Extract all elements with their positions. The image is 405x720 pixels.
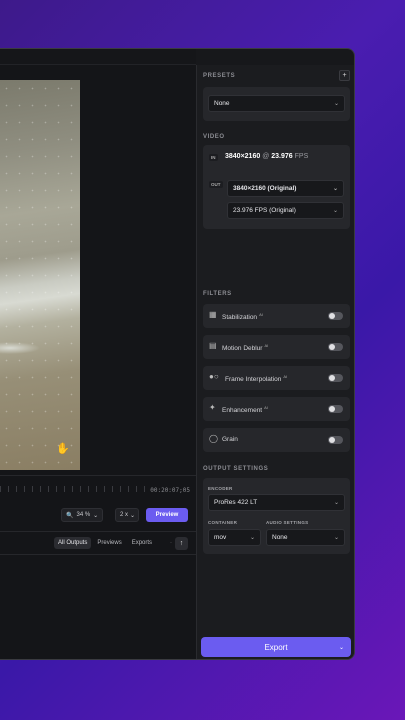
- filter-frame-interpolation[interactable]: ●○ Frame Interpolation AI: [203, 366, 350, 390]
- pin-icon[interactable]: ↑: [175, 537, 188, 550]
- output-resolution-select[interactable]: 3840×2160 (Original) ⌄: [227, 180, 344, 197]
- zoom-select[interactable]: 🔍 34 % ⌄: [61, 508, 103, 522]
- chevron-down-icon: ⌄: [249, 534, 255, 541]
- filter-label: Frame Interpolation AI: [225, 374, 287, 383]
- encoder-value: ProRes 422 LT: [214, 499, 258, 506]
- enhancement-toggle[interactable]: [328, 405, 343, 413]
- output-fps-select[interactable]: 23.976 FPS (Original) ⌄: [227, 202, 344, 219]
- in-tag: IN: [209, 154, 218, 161]
- tab-exports[interactable]: Exports: [128, 537, 156, 549]
- viewer-pane: ✋ 00:20:07;05 🔍 34 % ⌄ 2 x ⌄ Preview All…: [0, 65, 196, 659]
- video-preview-frame[interactable]: [0, 80, 80, 470]
- export-button[interactable]: Export ⌄: [201, 637, 351, 657]
- preset-value: None: [214, 100, 230, 107]
- plus-icon: +: [342, 72, 347, 79]
- input-resolution: 3840×2160 @ 23.976 FPS: [225, 153, 308, 160]
- filter-label: Motion Deblur AI: [222, 343, 268, 352]
- stabilization-icon: ▦: [209, 310, 217, 319]
- filter-label: Enhancement AI: [222, 405, 268, 414]
- ai-badge: AI: [264, 405, 268, 410]
- timecode: 00:20:07;05: [150, 487, 190, 494]
- add-preset-button[interactable]: +: [339, 70, 350, 81]
- motion-deblur-toggle[interactable]: [328, 343, 343, 351]
- chevron-down-icon: ⌄: [93, 512, 99, 519]
- frame-interpolation-toggle[interactable]: [328, 374, 343, 382]
- ai-badge: AI: [264, 343, 269, 348]
- chevron-down-icon: ⌄: [333, 499, 339, 506]
- input-resolution-value: 3840×2160: [225, 153, 261, 160]
- filter-label-text: Grain: [222, 436, 238, 443]
- settings-sidebar: PRESETS + None ⌄ VIDEO IN 3840×2160 @ 23…: [196, 65, 354, 659]
- chevron-down-icon: ⌄: [332, 185, 338, 192]
- filter-enhancement[interactable]: ✦ Enhancement AI: [203, 397, 350, 421]
- compare-mode-select[interactable]: 2 x ⌄: [115, 508, 139, 522]
- chevron-down-icon: ⌄: [333, 534, 339, 541]
- viewer-controls: 🔍 34 % ⌄ 2 x ⌄ Preview: [0, 508, 196, 526]
- filter-motion-deblur[interactable]: ▤ Motion Deblur AI: [203, 335, 350, 359]
- viewer-topbar: [0, 49, 196, 65]
- timeline[interactable]: 00:20:07;05: [0, 475, 196, 505]
- filter-stabilization[interactable]: ▦ Stabilization AI: [203, 304, 350, 328]
- output-resolution-value: 3840×2160 (Original): [233, 185, 297, 192]
- frame-interpolation-icon: ●○: [209, 372, 219, 381]
- presets-title: PRESETS: [203, 73, 236, 79]
- output-fps-value: 23.976 FPS (Original): [233, 207, 296, 214]
- preset-select[interactable]: None ⌄: [208, 95, 345, 112]
- filter-label: Grain: [222, 436, 238, 443]
- outputs-bar: All Outputs Previews Exports · ↑: [0, 531, 196, 555]
- container-label: CONTAINER: [208, 520, 238, 525]
- export-label: Export: [264, 642, 288, 652]
- container-select[interactable]: mov ⌄: [208, 529, 261, 546]
- filter-label-text: Motion Deblur: [222, 345, 263, 353]
- filters-title: FILTERS: [203, 291, 232, 297]
- chevron-down-icon: ⌄: [130, 512, 136, 519]
- output-settings-panel: ENCODER ProRes 422 LT ⌄ CONTAINER mov ⌄ …: [203, 478, 350, 554]
- magnifier-icon: 🔍: [66, 512, 74, 519]
- ai-badge: AI: [283, 374, 288, 379]
- audio-select[interactable]: None ⌄: [266, 529, 345, 546]
- chevron-down-icon[interactable]: ⌄: [339, 644, 344, 651]
- app-window: ✋ 00:20:07;05 🔍 34 % ⌄ 2 x ⌄ Preview All…: [0, 48, 355, 660]
- output-settings-title: OUTPUT SETTINGS: [203, 466, 269, 472]
- chevron-down-icon: ⌄: [333, 100, 339, 107]
- motion-deblur-icon: ▤: [209, 341, 217, 350]
- presets-panel: None ⌄: [203, 87, 350, 121]
- encoder-select[interactable]: ProRes 422 LT ⌄: [208, 494, 345, 511]
- input-fps-value: 23.976: [271, 153, 293, 160]
- compare-mode-value: 2 x: [120, 512, 129, 518]
- tab-all-outputs[interactable]: All Outputs: [54, 537, 92, 549]
- input-fps-unit: FPS: [294, 153, 309, 160]
- hand-cursor-icon: ✋: [56, 443, 70, 455]
- ai-badge: AI: [259, 312, 263, 317]
- zoom-value: 34 %: [76, 512, 91, 518]
- filter-grain[interactable]: ◯ Grain: [203, 428, 350, 452]
- tab-previews[interactable]: Previews: [93, 537, 125, 549]
- enhancement-icon: ✦: [209, 403, 216, 412]
- video-panel: IN 3840×2160 @ 23.976 FPS OUT 3840×2160 …: [203, 145, 350, 229]
- separator-dot: ·: [170, 540, 172, 546]
- video-title: VIDEO: [203, 134, 225, 140]
- stabilization-toggle[interactable]: [328, 312, 343, 320]
- grain-icon: ◯: [209, 434, 218, 443]
- audio-settings-label: AUDIO SETTINGS: [266, 520, 309, 525]
- grain-toggle[interactable]: [328, 436, 343, 444]
- filter-label-text: Stabilization: [222, 314, 258, 322]
- out-tag: OUT: [209, 181, 223, 188]
- filter-label-text: Enhancement: [222, 407, 263, 415]
- filter-label-text: Frame Interpolation: [225, 376, 282, 384]
- outputs-tabs: All Outputs Previews Exports: [54, 537, 156, 549]
- input-at: @: [262, 153, 270, 160]
- preview-button[interactable]: Preview: [146, 508, 188, 522]
- timeline-ruler[interactable]: [0, 486, 150, 492]
- chevron-down-icon: ⌄: [332, 207, 338, 214]
- audio-value: None: [272, 534, 288, 541]
- filter-label: Stabilization AI: [222, 312, 263, 321]
- container-value: mov: [214, 534, 227, 541]
- encoder-label: ENCODER: [208, 486, 233, 491]
